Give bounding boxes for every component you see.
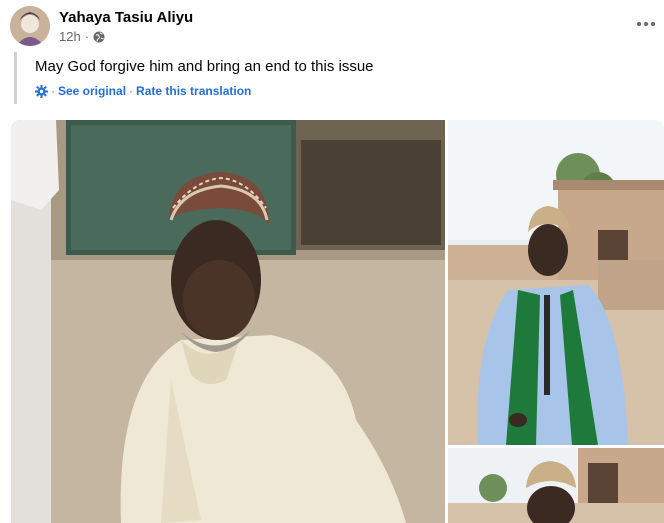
author-name[interactable]: Yahaya Tasiu Aliyu: [59, 9, 193, 26]
more-options-icon[interactable]: [636, 18, 656, 30]
post-text: May God forgive him and bring an end to …: [35, 58, 374, 75]
meta-separator: ·: [84, 29, 90, 44]
link-separator: ·: [129, 84, 134, 98]
post-meta: 12h ·: [59, 29, 105, 44]
author-avatar[interactable]: [10, 6, 50, 46]
post-timestamp[interactable]: 12h: [59, 29, 81, 44]
translated-text-block: May God forgive him and bring an end to …: [14, 52, 514, 104]
link-separator: ·: [51, 84, 55, 98]
see-original-link[interactable]: See original: [58, 84, 126, 98]
photo-right-top[interactable]: [448, 120, 664, 445]
photo-grid: [11, 120, 664, 523]
rate-translation-link[interactable]: Rate this translation: [136, 84, 251, 98]
gear-icon[interactable]: [35, 84, 48, 98]
photo-right-bottom[interactable]: [448, 448, 664, 523]
translation-links: · See original · Rate this translation: [35, 84, 251, 98]
globe-icon[interactable]: [93, 31, 105, 43]
photo-main[interactable]: [11, 120, 445, 523]
post-header: Yahaya Tasiu Aliyu 12h ·: [10, 6, 660, 50]
